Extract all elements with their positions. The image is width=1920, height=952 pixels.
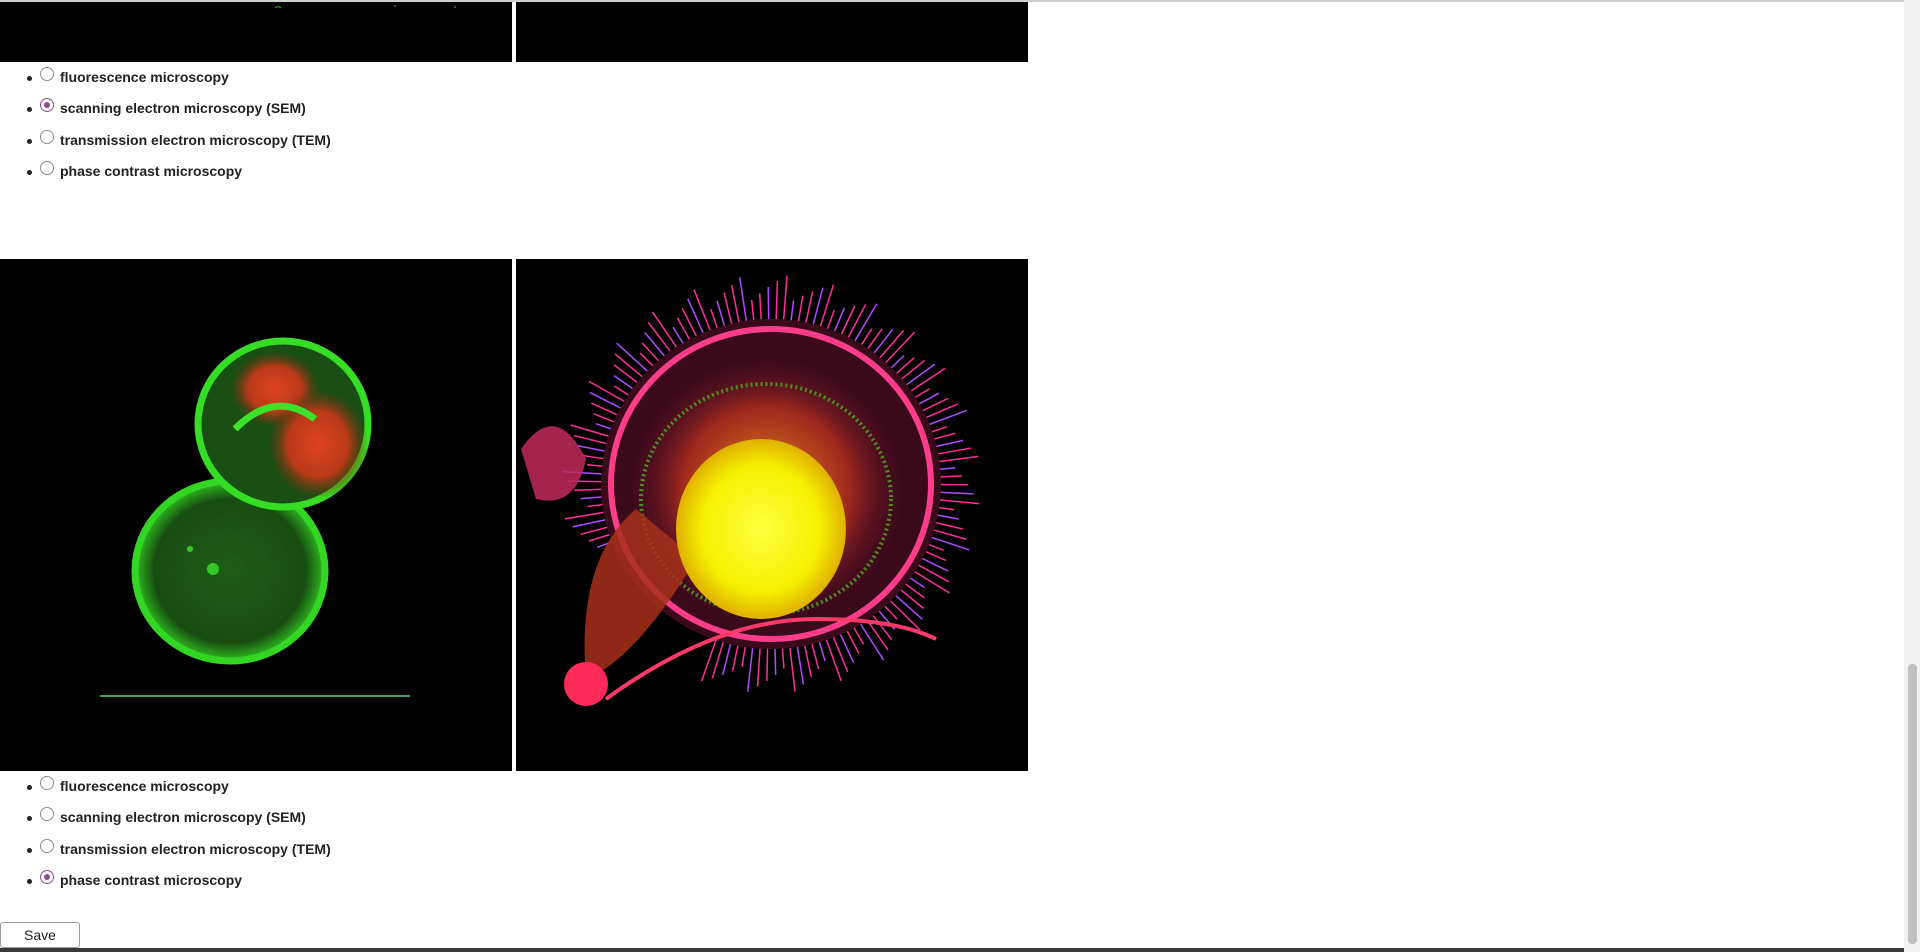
answer-options-2: fluorescence microscopy scanning electro…: [0, 770, 331, 896]
image-row-1: [0, 2, 1028, 62]
radio-sem[interactable]: [40, 98, 54, 113]
radio-fluorescence[interactable]: [40, 66, 54, 81]
micrograph-image-2-right: [516, 259, 1028, 771]
option-fluorescence[interactable]: fluorescence microscopy: [0, 61, 331, 93]
image-row-2: [0, 259, 1028, 771]
radio-tem[interactable]: [40, 129, 54, 144]
option-label: phase contrast microscopy: [60, 872, 243, 889]
bullet-icon: [27, 847, 32, 853]
option-label: transmission electron microscopy (TEM): [60, 131, 331, 148]
radio-phase-contrast[interactable]: [40, 870, 54, 885]
option-tem[interactable]: transmission electron microscopy (TEM): [0, 833, 331, 865]
option-phase-contrast[interactable]: phase contrast microscopy: [0, 156, 331, 188]
option-label: phase contrast microscopy: [60, 163, 243, 180]
taskbar-strip: [0, 948, 1904, 952]
option-label: scanning electron microscopy (SEM): [60, 809, 306, 826]
option-label: scanning electron microscopy (SEM): [60, 100, 306, 117]
scrollbar-thumb[interactable]: [1908, 664, 1917, 944]
radio-phase-contrast[interactable]: [40, 161, 54, 176]
option-fluorescence[interactable]: fluorescence microscopy: [0, 770, 331, 802]
page: fluorescence microscopy scanning electro…: [0, 0, 1920, 952]
bullet-icon: [27, 107, 32, 113]
option-label: fluorescence microscopy: [60, 68, 229, 85]
micrograph-image-1-right: [516, 2, 1028, 62]
option-label: fluorescence microscopy: [60, 777, 229, 794]
option-label: transmission electron microscopy (TEM): [60, 840, 331, 857]
bullet-icon: [27, 879, 32, 885]
bullet-icon: [27, 784, 32, 790]
radio-sem[interactable]: [40, 807, 54, 822]
radio-fluorescence[interactable]: [40, 775, 54, 790]
bullet-icon: [27, 138, 32, 144]
micrograph-image-1-left: [0, 2, 512, 62]
option-tem[interactable]: transmission electron microscopy (TEM): [0, 124, 331, 156]
radio-tem[interactable]: [40, 838, 54, 853]
save-button[interactable]: Save: [0, 922, 80, 948]
option-sem[interactable]: scanning electron microscopy (SEM): [0, 802, 331, 834]
bullet-icon: [27, 816, 32, 822]
option-sem[interactable]: scanning electron microscopy (SEM): [0, 93, 331, 125]
option-phase-contrast[interactable]: phase contrast microscopy: [0, 865, 331, 897]
bullet-icon: [27, 170, 32, 176]
answer-options-1: fluorescence microscopy scanning electro…: [0, 61, 331, 187]
micrograph-image-2-left: [0, 259, 512, 771]
vertical-scrollbar[interactable]: [1904, 0, 1920, 952]
bullet-icon: [27, 75, 32, 81]
